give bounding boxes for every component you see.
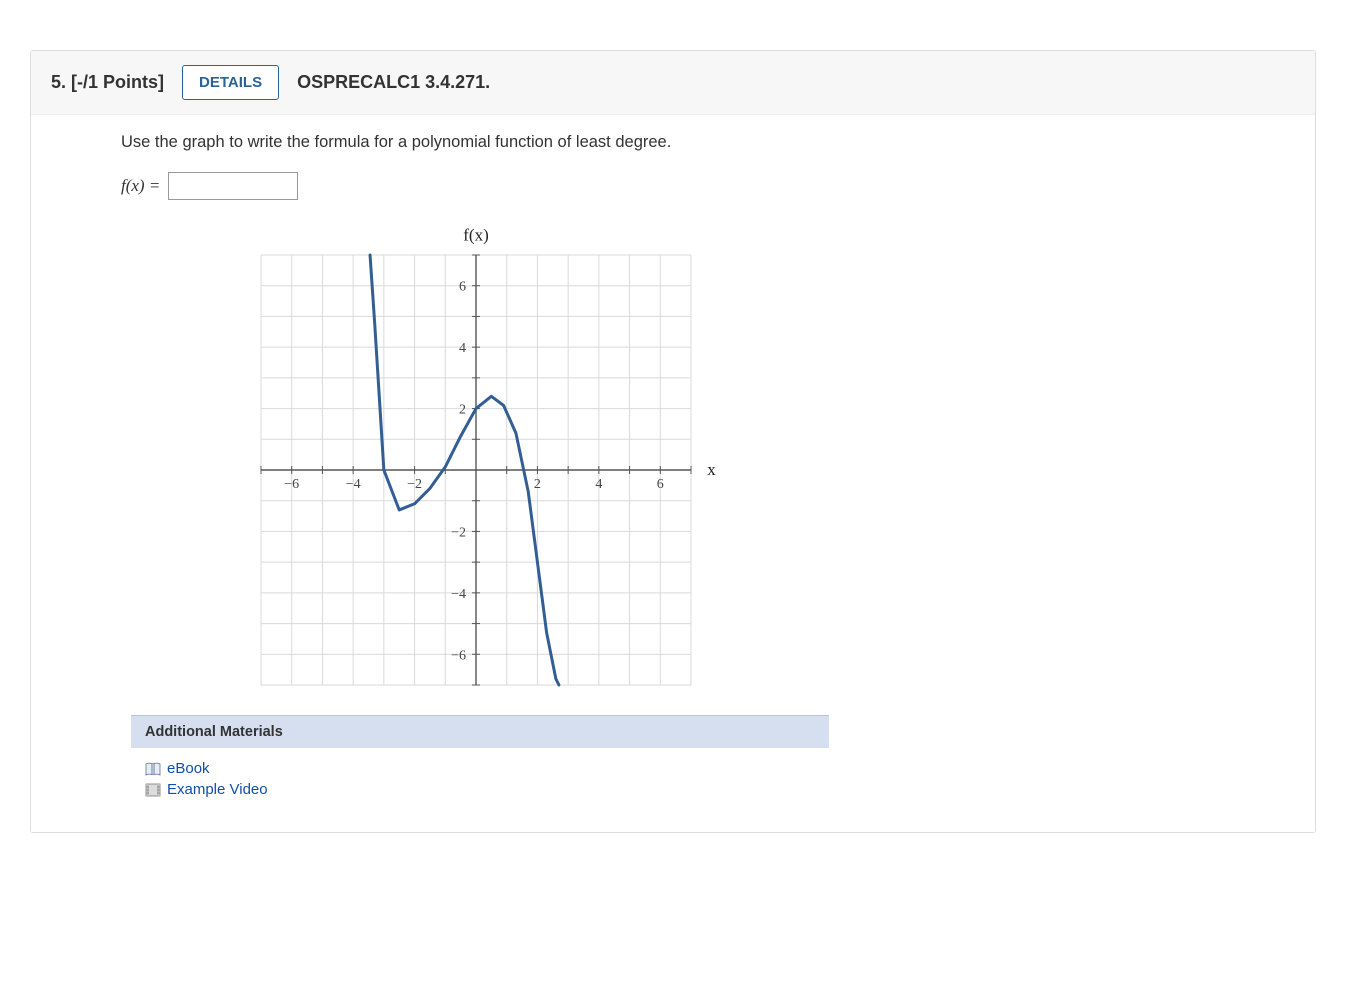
- materials-heading: Additional Materials: [131, 715, 829, 748]
- materials-links: eBook Example Video: [131, 748, 1315, 798]
- svg-text:−4: −4: [451, 587, 466, 602]
- svg-text:x: x: [707, 460, 716, 479]
- details-button[interactable]: DETAILS: [182, 65, 279, 100]
- svg-text:6: 6: [459, 280, 466, 295]
- question-body: Use the graph to write the formula for a…: [31, 115, 1315, 832]
- ebook-link[interactable]: eBook: [167, 760, 210, 777]
- graph-container: −6 −4 −2 2 4 6 −6 −4 −2 2 4 6 f(x) x: [231, 220, 1315, 705]
- svg-text:4: 4: [459, 341, 466, 356]
- svg-text:−2: −2: [407, 477, 422, 492]
- question-header: 5. [-/1 Points] DETAILS OSPRECALC1 3.4.2…: [31, 51, 1315, 115]
- video-link-row: Example Video: [145, 781, 1301, 798]
- ebook-link-row: eBook: [145, 760, 1301, 777]
- svg-text:2: 2: [459, 403, 466, 418]
- svg-text:−4: −4: [346, 477, 361, 492]
- svg-text:−6: −6: [451, 648, 466, 663]
- svg-text:6: 6: [657, 477, 664, 492]
- question-number: 5. [-/1 Points]: [51, 72, 164, 93]
- svg-text:−6: −6: [284, 477, 299, 492]
- svg-text:−2: −2: [451, 525, 466, 540]
- film-icon: [145, 783, 161, 797]
- question-container: 5. [-/1 Points] DETAILS OSPRECALC1 3.4.2…: [30, 50, 1316, 833]
- question-prompt: Use the graph to write the formula for a…: [121, 133, 1315, 152]
- question-location: OSPRECALC1 3.4.271.: [297, 72, 490, 93]
- video-link[interactable]: Example Video: [167, 781, 268, 798]
- svg-text:2: 2: [534, 477, 541, 492]
- book-icon: [145, 762, 161, 776]
- answer-row: f(x) =: [121, 172, 1315, 200]
- answer-label: f(x) =: [121, 176, 160, 196]
- answer-input[interactable]: [168, 172, 298, 200]
- svg-text:4: 4: [595, 477, 602, 492]
- svg-text:f(x): f(x): [463, 226, 488, 245]
- polynomial-graph: −6 −4 −2 2 4 6 −6 −4 −2 2 4 6 f(x) x: [231, 220, 731, 700]
